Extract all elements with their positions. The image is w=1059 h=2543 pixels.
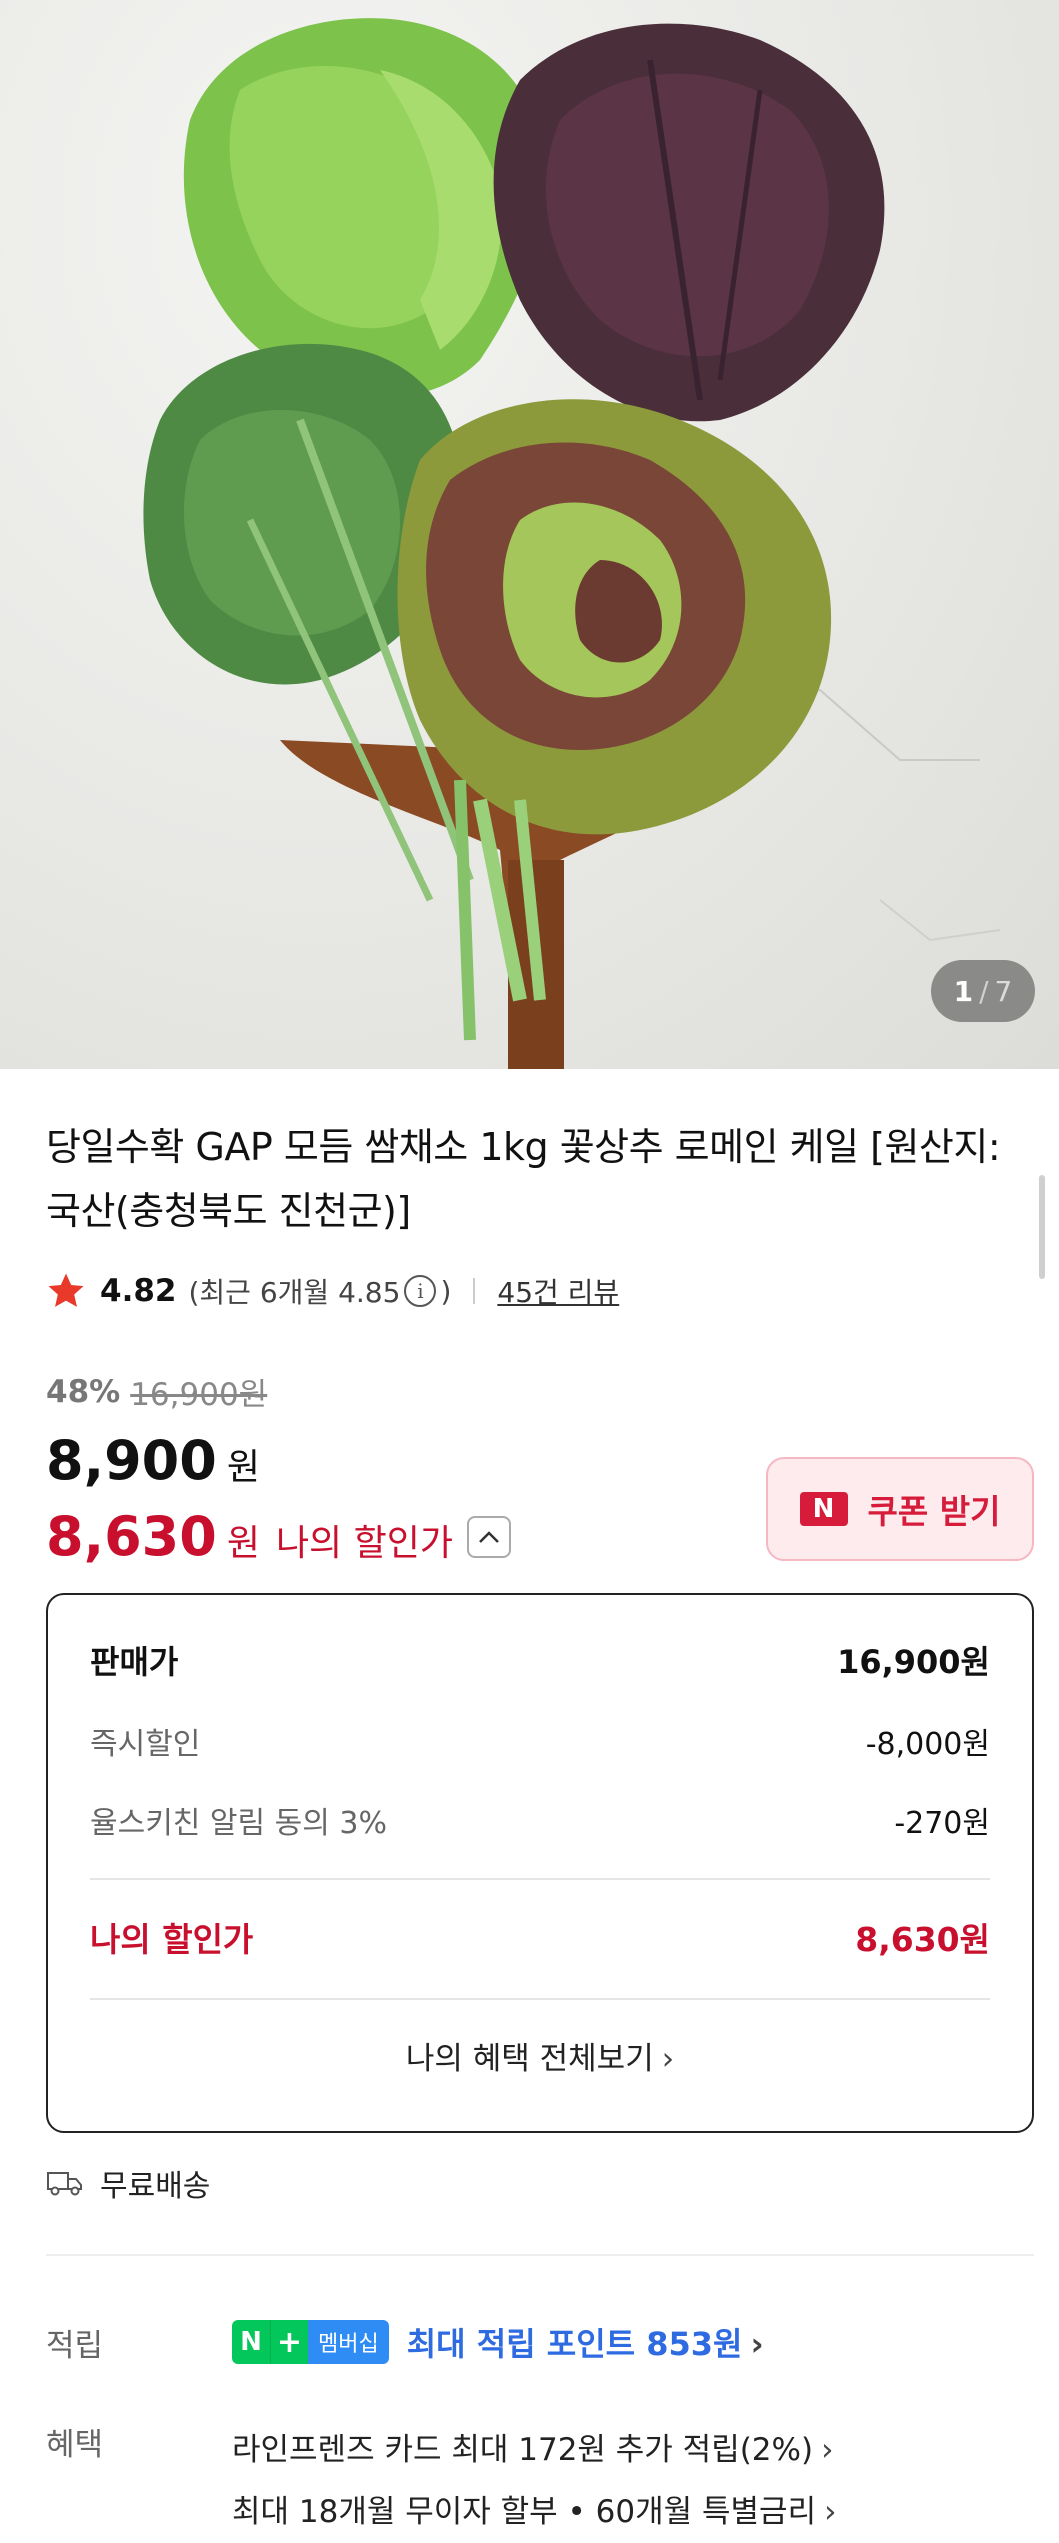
breakdown-instant-row: 즉시할인 -8,000원 <box>90 1719 990 1763</box>
breakdown-alarm-label: 율스키친 알림 동의 3% <box>90 1806 388 1841</box>
coupon-button[interactable]: N 쿠폰 받기 <box>766 1457 1034 1561</box>
benefit-installment-text: 최대 18개월 무이자 할부 • 60개월 특별금리 <box>232 2494 817 2530</box>
recent-rating-text: (최근 6개월 4.85 <box>188 1276 401 1309</box>
points-row: 적립 N + 멤버십 최대 적립 포인트 853원 › <box>46 2319 1034 2365</box>
naver-n-icon: N <box>799 1492 848 1526</box>
points-label: 적립 <box>46 2327 104 2364</box>
breakdown-sale-row: 판매가 16,900원 <box>90 1637 990 1683</box>
plus-icon: + <box>270 2320 308 2364</box>
shipping-label: 무료배송 <box>100 2169 211 2204</box>
product-image-carousel[interactable]: 1 / 7 <box>0 0 1059 1069</box>
truck-icon <box>47 2172 82 2196</box>
sale-price-unit: 원 <box>226 1447 260 1488</box>
membership-label: 멤버십 <box>308 2320 389 2364</box>
naver-membership-badge: N + 멤버십 <box>232 2320 389 2364</box>
my-price-label: 나의 할인가 <box>275 1523 453 1564</box>
breakdown-sale-label: 판매가 <box>90 1643 179 1681</box>
shipping-row: 무료배송 <box>46 2161 210 2205</box>
benefits-label: 혜택 <box>46 2427 104 2463</box>
sale-price-row: 8,900 원 <box>46 1429 260 1492</box>
benefit-card-text: 라인프렌즈 카드 최대 172원 추가 적립(2%) <box>232 2432 814 2468</box>
discount-rate: 48% <box>46 1373 121 1410</box>
image-pager: 1 / 7 <box>931 960 1035 1022</box>
chevron-up-icon[interactable] <box>466 1515 511 1558</box>
price-breakdown-box: 판매가 16,900원 즉시할인 -8,000원 율스키친 알림 동의 3% -… <box>46 1593 1034 2133</box>
max-points-link[interactable]: 최대 적립 포인트 853원 › <box>407 2319 764 2365</box>
breakdown-instant-value: -8,000원 <box>865 1727 990 1762</box>
review-count-link[interactable]: 45건 리뷰 <box>497 1271 619 1311</box>
benefits-row: 혜택 라인프렌즈 카드 최대 172원 추가 적립(2%) › 최대 18개월 무… <box>46 2419 1034 2543</box>
naver-n-icon: N <box>232 2320 270 2364</box>
star-icon <box>48 1273 84 1307</box>
benefits-list: 라인프렌즈 카드 최대 172원 추가 적립(2%) › 최대 18개월 무이자 … <box>232 2419 837 2543</box>
my-discount-price: 8,630 <box>46 1505 217 1568</box>
coupon-button-label: 쿠폰 받기 <box>867 1492 1001 1531</box>
chevron-right-icon: › <box>824 2494 837 2530</box>
divider <box>473 1278 476 1304</box>
chevron-right-icon: › <box>821 2432 834 2468</box>
pager-separator: / <box>979 974 989 1008</box>
all-benefits-link[interactable]: 나의 혜택 전체보기 › <box>48 2033 1032 2078</box>
benefit-installment-link[interactable]: 최대 18개월 무이자 할부 • 60개월 특별금리 › <box>232 2481 837 2543</box>
breakdown-alarm-row: 율스키친 알림 동의 3% -270원 <box>90 1798 990 1842</box>
chevron-right-icon: › <box>750 2325 764 2363</box>
breakdown-alarm-value: -270원 <box>894 1806 990 1841</box>
benefit-card-link[interactable]: 라인프렌즈 카드 최대 172원 추가 적립(2%) › <box>232 2419 837 2481</box>
chevron-right-icon: › <box>661 2041 675 2077</box>
breakdown-sale-value: 16,900원 <box>837 1643 990 1681</box>
section-divider <box>46 2254 1034 2256</box>
all-benefits-label: 나의 혜택 전체보기 <box>405 2041 654 2077</box>
scrollbar-thumb[interactable] <box>1039 1175 1045 1279</box>
discount-row: 48% 16,900원 <box>46 1369 267 1414</box>
divider <box>90 1878 990 1880</box>
rating-score: 4.82 <box>100 1273 177 1309</box>
my-price-unit: 원 <box>226 1523 260 1564</box>
product-photo <box>143 18 1001 1069</box>
breakdown-instant-label: 즉시할인 <box>90 1727 201 1762</box>
breakdown-my-label: 나의 할인가 <box>90 1920 254 1959</box>
info-icon[interactable]: i <box>404 1275 437 1307</box>
pager-current: 1 <box>953 974 974 1008</box>
pager-total: 7 <box>994 974 1013 1008</box>
breakdown-my-value: 8,630원 <box>855 1920 990 1959</box>
recent-rating-close: ) <box>440 1274 452 1308</box>
rating-row: 4.82 (최근 6개월 4.85 i ) 45건 리뷰 <box>46 1269 619 1313</box>
original-price: 16,900원 <box>130 1377 268 1413</box>
divider <box>90 1998 990 2000</box>
product-title: 당일수확 GAP 모듬 쌈채소 1kg 꽃상추 로메인 케일 [원산지:국산(충… <box>46 1125 1001 1233</box>
my-price-row: 8,630 원 나의 할인가 <box>46 1505 511 1568</box>
max-points-text: 최대 적립 포인트 853원 <box>406 2325 743 2363</box>
breakdown-my-row: 나의 할인가 8,630원 <box>90 1913 990 1961</box>
sale-price: 8,900 <box>46 1429 217 1492</box>
